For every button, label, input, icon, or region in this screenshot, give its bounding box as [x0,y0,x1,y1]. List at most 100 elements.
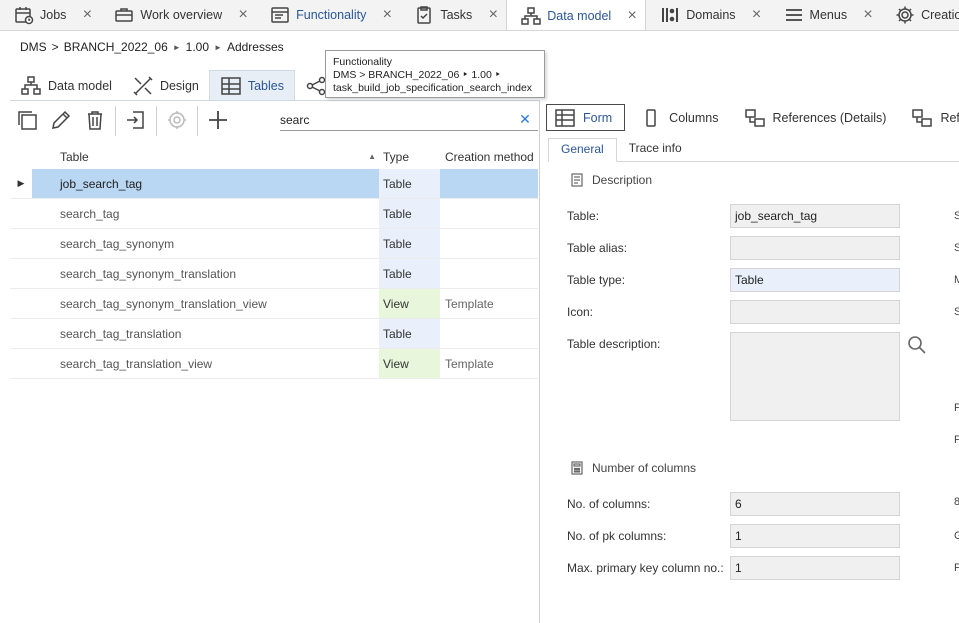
settings-button[interactable] [160,104,194,138]
table-row[interactable]: search_tag_translation_view View Templat… [10,349,538,379]
sub-tab-label: Data model [48,78,112,93]
toolbar-separator [156,106,157,136]
close-icon[interactable]: ✕ [516,111,534,128]
import-button[interactable] [119,104,153,138]
clipped-label: S [954,210,959,222]
breadcrumb-separator: ► [172,42,181,52]
tab-menus-label: Menus [809,8,848,22]
icon-label: Icon: [567,305,594,319]
grid-header: Table ▲ Type Creation method [10,145,538,169]
icon-field[interactable] [730,300,900,324]
detail-tab-strip: Form Columns References (Details) Refere… [546,104,959,132]
close-icon[interactable]: × [625,7,639,25]
cell-creation-method: Template [445,296,494,311]
breadcrumb-item[interactable]: DMS [20,40,47,54]
group-number-of-columns-label: Number of columns [592,461,697,475]
clipped-label: P [954,402,959,414]
tab-trace-info[interactable]: Trace info [617,138,694,162]
clipped-label: S [954,306,959,318]
cell-table-name: search_tag [60,206,120,221]
group-description-label: Description [592,173,653,187]
search-input[interactable] [280,109,516,130]
table-type-field[interactable]: Table [730,268,900,292]
close-icon[interactable]: × [861,6,875,24]
add-button[interactable] [201,104,235,138]
copy-icon [16,109,38,134]
cell-type: View [379,289,440,318]
close-icon[interactable]: × [236,6,250,24]
tooltip-task: task_build_job_specification_search_inde… [333,82,533,94]
tab-references-details[interactable]: References (Details) [737,104,897,131]
clipped-label: G [954,530,959,542]
sub-tab-label: Design [159,78,199,93]
panel-divider[interactable] [539,101,540,623]
tab-functionality[interactable]: Functionality × [256,0,400,30]
table-description-field[interactable] [730,332,900,421]
table-row[interactable]: search_tag_synonym_translation Table [10,259,538,289]
table-row[interactable]: search_tag Table [10,199,538,229]
cell-type: Table [379,199,440,228]
tab-form[interactable]: Form [546,104,626,131]
table-row[interactable]: search_tag_translation Table [10,319,538,349]
tab-form-label: Form [583,110,613,125]
gear-icon [166,109,188,134]
breadcrumb-item[interactable]: BRANCH_2022_06 [64,40,168,54]
table-row[interactable]: ▶ job_search_tag Table [10,169,538,199]
tab-columns[interactable]: Columns [633,104,728,131]
column-header-table[interactable]: Table ▲ [32,150,379,164]
tab-design[interactable]: Design [122,70,209,101]
sub-tab-strip: Data model Design Tables [10,70,343,101]
tab-references-label: Reference [940,110,959,125]
tab-tables[interactable]: Tables [208,70,295,101]
tab-jobs-label: Jobs [40,8,67,22]
plus-icon [207,109,229,134]
edit-button[interactable] [44,104,78,138]
close-icon[interactable]: × [380,6,394,24]
group-number-of-columns: Number of columns [570,461,696,475]
breadcrumb: DMS > BRANCH_2022_06 ► 1.00 ► Addresses [20,40,284,54]
share-icon [305,75,327,97]
tab-jobs[interactable]: Jobs × [0,0,100,30]
column-header-type[interactable]: Type [379,150,440,164]
pencil-icon [50,109,72,134]
breadcrumb-separator: ► [214,42,222,52]
table-field[interactable]: job_search_tag [730,204,900,228]
no-of-columns-field[interactable]: 6 [730,492,900,516]
tab-data-model-sub[interactable]: Data model [10,70,122,101]
clipboard-check-icon [414,5,434,25]
tab-references-details-label: References (Details) [772,110,887,125]
column-header-label: Table [60,150,89,164]
copy-button[interactable] [10,104,44,138]
table-alias-field[interactable] [730,236,900,260]
tab-data-model[interactable]: Data model × [506,0,647,30]
search-icon[interactable] [906,334,928,356]
column-header-creation-method[interactable]: Creation method [440,150,538,164]
delete-button[interactable] [78,104,112,138]
import-icon [125,109,147,134]
domains-icon [660,5,680,25]
clipped-label: P [954,562,959,574]
tab-general[interactable]: General [548,138,617,162]
hierarchy-icon [521,6,542,26]
row-expander-icon[interactable]: ▶ [10,178,32,189]
tab-work-overview[interactable]: Work overview × [100,0,256,30]
tab-tasks[interactable]: Tasks × [400,0,506,30]
tab-references[interactable]: Reference [904,104,959,131]
close-icon[interactable]: × [750,6,764,24]
no-of-pk-columns-field[interactable]: 1 [730,524,900,548]
breadcrumb-item[interactable]: Addresses [227,40,284,54]
group-description: Description [570,173,652,187]
max-pk-column-field[interactable]: 1 [730,556,900,580]
close-icon[interactable]: × [486,6,500,24]
table-row[interactable]: search_tag_synonym_translation_view View… [10,289,538,319]
table-row[interactable]: search_tag_synonym Table [10,229,538,259]
cell-table-name: search_tag_translation [60,326,182,341]
tab-menus[interactable]: Menus × [770,0,882,30]
close-icon[interactable]: × [80,6,94,24]
tab-creation[interactable]: Creation × [881,0,959,30]
tab-creation-label: Creation [921,8,959,22]
tab-domains[interactable]: Domains × [646,0,769,30]
breadcrumb-item[interactable]: 1.00 [186,40,209,54]
no-of-columns-label: No. of columns: [567,497,651,511]
table-icon [220,75,242,97]
